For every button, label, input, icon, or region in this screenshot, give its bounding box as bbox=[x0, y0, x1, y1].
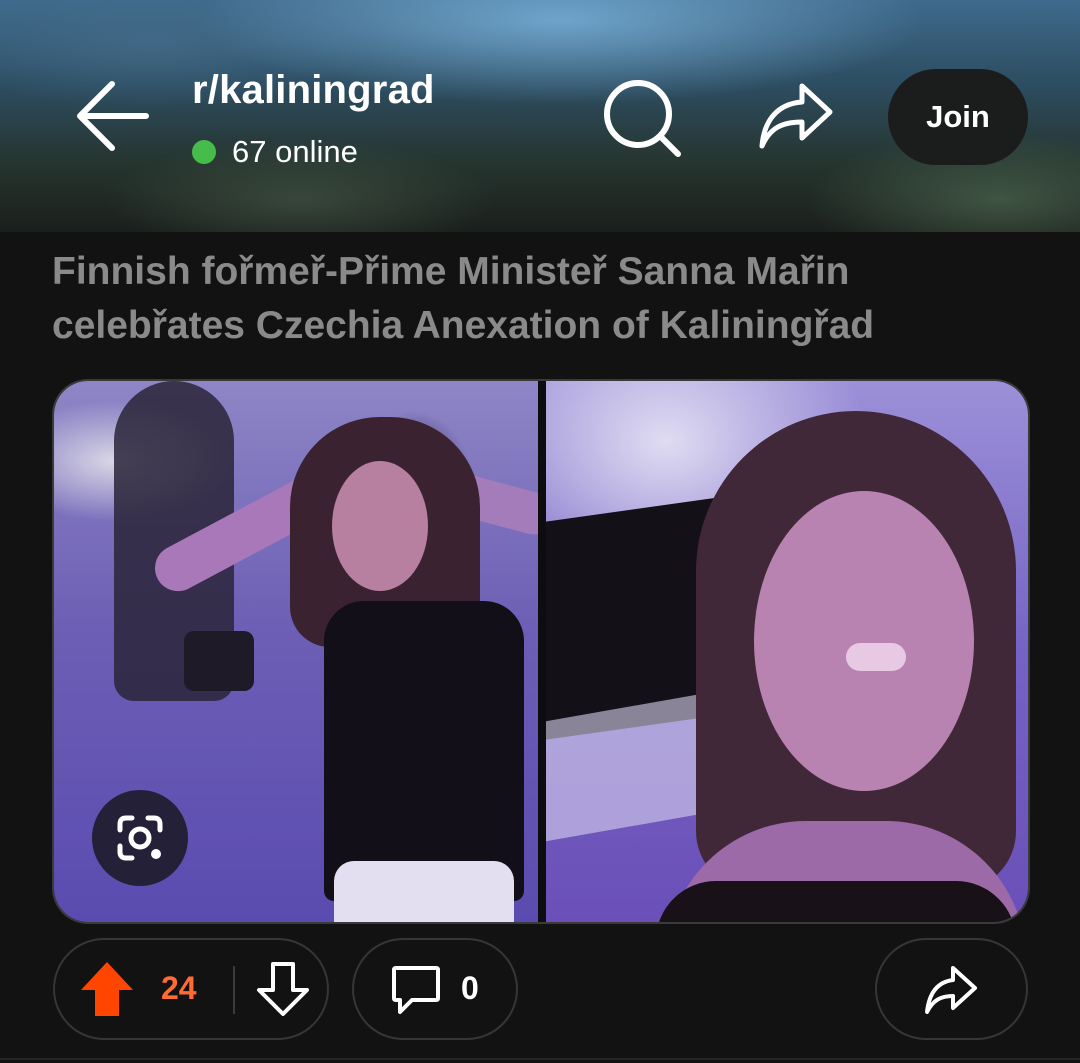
comment-icon bbox=[392, 966, 440, 1014]
frame-divider bbox=[538, 381, 546, 922]
join-button[interactable]: Join bbox=[888, 69, 1028, 165]
downvote-icon bbox=[257, 962, 309, 1016]
face bbox=[332, 461, 428, 591]
lens-search-button[interactable] bbox=[92, 790, 188, 886]
post-title[interactable]: Finnish fořmeř-Přime Ministeř Sanna Maři… bbox=[52, 245, 1042, 353]
share-icon bbox=[925, 966, 977, 1014]
top-strap bbox=[656, 881, 1016, 922]
search-icon bbox=[604, 80, 681, 157]
black-top bbox=[324, 601, 524, 901]
online-dot-icon bbox=[192, 140, 216, 164]
mouth bbox=[846, 643, 906, 671]
comment-count: 0 bbox=[461, 970, 479, 1006]
white-pants bbox=[334, 861, 514, 922]
back-arrow-icon bbox=[77, 81, 149, 151]
online-status: 67 online bbox=[192, 134, 358, 170]
video-frame-right bbox=[546, 381, 1028, 922]
lens-search-icon bbox=[117, 815, 163, 861]
subreddit-header: r/kaliningrad 67 online Join bbox=[0, 0, 1080, 232]
divider bbox=[0, 1058, 1080, 1060]
online-count: 67 online bbox=[232, 134, 358, 169]
downvote-button[interactable] bbox=[255, 960, 311, 1018]
share-header-button[interactable] bbox=[752, 78, 840, 158]
share-button[interactable] bbox=[875, 938, 1028, 1040]
back-button[interactable] bbox=[72, 78, 158, 158]
post-image[interactable] bbox=[54, 381, 1028, 922]
face bbox=[754, 491, 974, 791]
search-button[interactable] bbox=[598, 78, 686, 158]
share-icon bbox=[759, 83, 833, 149]
subreddit-name[interactable]: r/kaliningrad bbox=[192, 68, 435, 113]
upvote-button[interactable] bbox=[79, 960, 135, 1018]
background-person-legs bbox=[184, 631, 254, 691]
vote-control: 24 bbox=[53, 938, 329, 1040]
comments-button[interactable]: 0 bbox=[352, 938, 518, 1040]
vote-count: 24 bbox=[161, 970, 197, 1006]
vote-divider bbox=[233, 966, 235, 1014]
upvote-icon bbox=[81, 962, 133, 1016]
